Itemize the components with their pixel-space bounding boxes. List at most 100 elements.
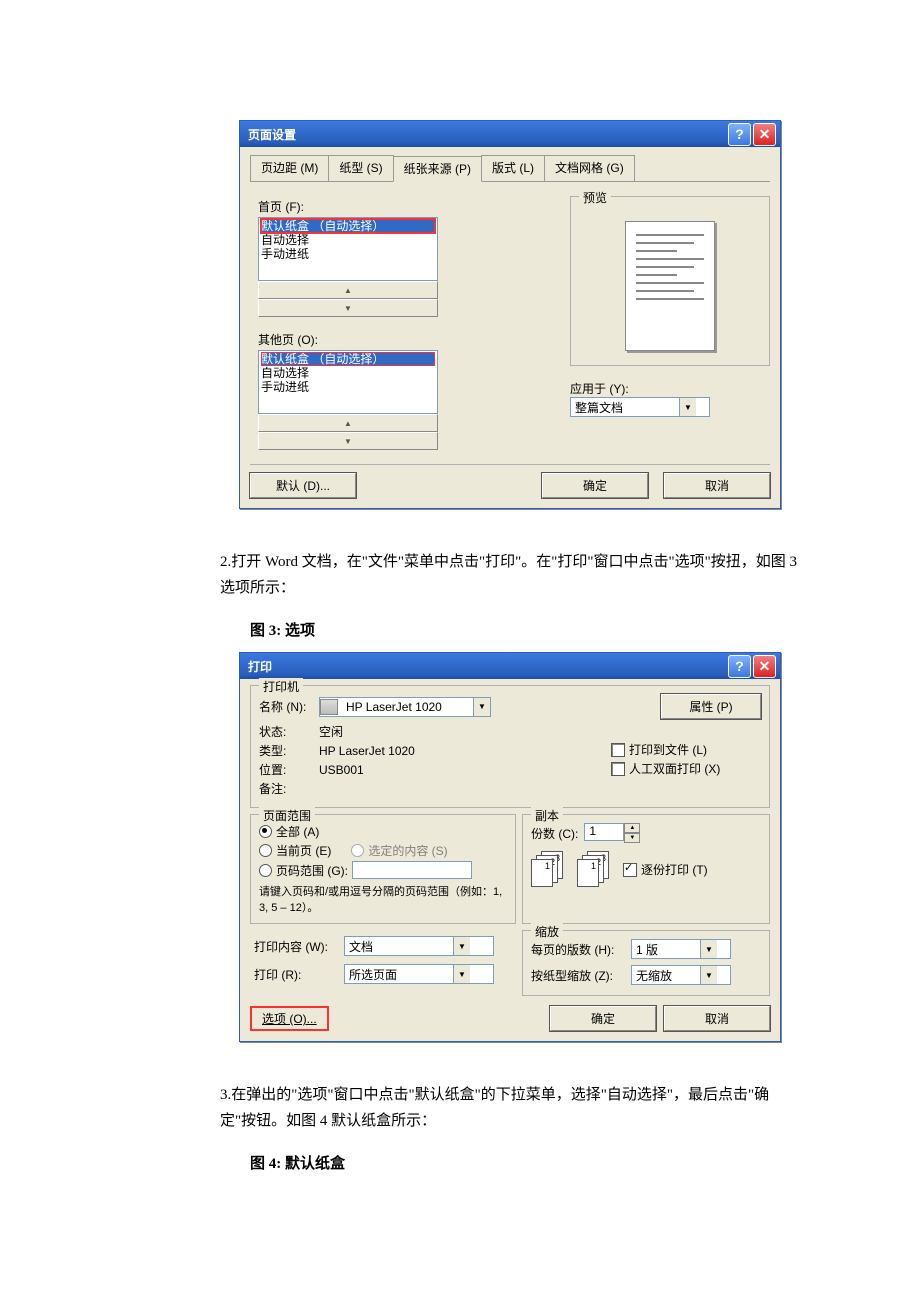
first-page-listbox[interactable]: 默认纸盒 （自动选择） 自动选择 手动进纸 — [258, 217, 438, 281]
list-item[interactable]: 默认纸盒 （自动选择） — [261, 352, 435, 366]
figure-4-caption: 图 4: 默认纸盒 — [250, 1152, 800, 1173]
collate-checkbox[interactable]: ✓ — [623, 863, 637, 877]
name-label: 名称 (N): — [259, 698, 319, 715]
list-item[interactable]: 自动选择 — [261, 233, 435, 247]
tab-margins[interactable]: 页边距 (M) — [250, 155, 329, 181]
scrollbar[interactable]: ▲ ▼ — [258, 414, 438, 450]
chevron-down-icon[interactable]: ▼ — [453, 937, 470, 955]
zoom-group: 缩放 每页的版数 (H): 1 版 ▼ 按纸型缩放 (Z): 无缩放 ▼ — [522, 930, 770, 996]
pages-per-sheet-value: 1 版 — [632, 941, 700, 958]
status-value: 空闲 — [319, 723, 343, 740]
scroll-up-icon[interactable]: ▲ — [258, 414, 438, 432]
cancel-button[interactable]: 取消 — [664, 473, 770, 498]
pages-per-sheet-combo[interactable]: 1 版 ▼ — [631, 939, 731, 959]
first-page-label: 首页 (F): — [258, 198, 540, 215]
figure-3-caption: 图 3: 选项 — [250, 619, 800, 640]
manual-duplex-checkbox[interactable] — [611, 762, 625, 776]
tab-paper-source[interactable]: 纸张来源 (P) — [393, 156, 482, 182]
document-page: 页面设置 ? ✕ 页边距 (M) 纸型 (S) 纸张来源 (P) 版式 (L) … — [0, 0, 920, 1265]
scrollbar[interactable]: ▲ ▼ — [258, 281, 438, 317]
ok-button[interactable]: 确定 — [542, 473, 648, 498]
list-item[interactable]: 手动进纸 — [261, 247, 435, 261]
type-label: 类型: — [259, 742, 319, 759]
copies-spinner[interactable]: 1 ▲▼ — [584, 823, 640, 843]
print-what-label: 打印内容 (W): — [254, 938, 344, 955]
range-current-radio[interactable] — [259, 844, 272, 857]
range-hint: 请键入页码和/或用逗号分隔的页码范围（例如：1, 3, 5 – 12）。 — [259, 883, 507, 915]
manual-duplex-label: 人工双面打印 (X) — [629, 760, 720, 777]
copies-value[interactable]: 1 — [584, 823, 624, 841]
page-range-group: 页面范围 全部 (A) 当前页 (E) 选定的内容 (S) 页码范围 (G): … — [250, 814, 516, 924]
chevron-down-icon[interactable]: ▼ — [679, 398, 696, 416]
scroll-up-icon[interactable]: ▲ — [258, 281, 438, 299]
chevron-down-icon[interactable]: ▼ — [700, 940, 717, 958]
collate-preview-icon: 3 2 1 3 2 1 — [531, 851, 613, 887]
list-item[interactable]: 自动选择 — [261, 366, 435, 380]
spin-up-icon[interactable]: ▲ — [624, 823, 640, 833]
help-button[interactable]: ? — [728, 655, 751, 678]
tab-grid[interactable]: 文档网格 (G) — [544, 155, 635, 181]
apply-to-combo[interactable]: 整篇文档 ▼ — [570, 397, 710, 417]
range-selection-label: 选定的内容 (S) — [368, 842, 447, 859]
tab-layout[interactable]: 版式 (L) — [481, 155, 545, 181]
preview-page-icon — [625, 221, 715, 351]
preview-label: 预览 — [579, 189, 611, 206]
range-current-label: 当前页 (E) — [276, 842, 331, 859]
default-button[interactable]: 默认 (D)... — [250, 473, 356, 498]
scale-to-label: 按纸型缩放 (Z): — [531, 967, 631, 984]
copies-group: 副本 份数 (C): 1 ▲▼ 3 2 — [522, 814, 770, 924]
chevron-down-icon[interactable]: ▼ — [700, 966, 717, 984]
scroll-down-icon[interactable]: ▼ — [258, 299, 438, 317]
help-button[interactable]: ? — [728, 123, 751, 146]
scroll-down-icon[interactable]: ▼ — [258, 432, 438, 450]
chevron-down-icon[interactable]: ▼ — [453, 965, 470, 983]
ok-button[interactable]: 确定 — [550, 1006, 656, 1031]
other-pages-listbox[interactable]: 默认纸盒 （自动选择） 自动选择 手动进纸 — [258, 350, 438, 414]
list-item[interactable]: 手动进纸 — [261, 380, 435, 394]
close-button[interactable]: ✕ — [753, 123, 776, 146]
tab-paper-size[interactable]: 纸型 (S) — [328, 155, 393, 181]
close-button[interactable]: ✕ — [753, 655, 776, 678]
paragraph-2: 2.打开 Word 文档，在"文件"菜单中点击"打印"。在"打印"窗口中点击"选… — [220, 549, 800, 601]
copies-label: 份数 (C): — [531, 825, 578, 842]
collate-label: 逐份打印 (T) — [641, 863, 708, 877]
zoom-legend: 缩放 — [531, 923, 563, 940]
chevron-down-icon[interactable]: ▼ — [473, 698, 490, 716]
apply-to-label: 应用于 (Y): — [570, 380, 770, 397]
titlebar: 页面设置 ? ✕ — [240, 121, 780, 147]
print-dialog: 打印 ? ✕ 打印机 名称 (N): HP LaserJet 1020 ▼ 属性… — [239, 652, 781, 1042]
dialog-title: 打印 — [248, 658, 726, 675]
list-item[interactable]: 默认纸盒 （自动选择） — [261, 219, 435, 233]
apply-to-value: 整篇文档 — [571, 399, 679, 416]
range-pages-radio[interactable] — [259, 864, 272, 877]
range-pages-input[interactable] — [352, 861, 472, 879]
print-to-file-checkbox[interactable] — [611, 743, 625, 757]
comment-label: 备注: — [259, 780, 319, 797]
dialog-title: 页面设置 — [248, 126, 726, 143]
properties-button[interactable]: 属性 (P) — [661, 694, 761, 719]
type-value: HP LaserJet 1020 — [319, 744, 415, 758]
printer-name: HP LaserJet 1020 — [342, 700, 473, 714]
preview-group: 预览 — [570, 196, 770, 366]
print-to-file-label: 打印到文件 (L) — [629, 741, 707, 758]
spin-down-icon[interactable]: ▼ — [624, 833, 640, 843]
printer-group: 打印机 名称 (N): HP LaserJet 1020 ▼ 属性 (P) 状态… — [250, 685, 770, 808]
printer-name-combo[interactable]: HP LaserJet 1020 ▼ — [319, 697, 491, 717]
scale-to-combo[interactable]: 无缩放 ▼ — [631, 965, 731, 985]
print-range-label: 打印 (R): — [254, 966, 344, 983]
printer-icon — [320, 699, 338, 715]
range-selection-radio — [351, 844, 364, 857]
print-range-combo[interactable]: 所选页面 ▼ — [344, 964, 494, 984]
status-label: 状态: — [259, 723, 319, 740]
page-setup-dialog: 页面设置 ? ✕ 页边距 (M) 纸型 (S) 纸张来源 (P) 版式 (L) … — [239, 120, 781, 509]
range-all-label: 全部 (A) — [276, 823, 319, 840]
range-all-radio[interactable] — [259, 825, 272, 838]
printer-legend: 打印机 — [259, 678, 303, 695]
print-what-combo[interactable]: 文档 ▼ — [344, 936, 494, 956]
range-legend: 页面范围 — [259, 807, 315, 824]
cancel-button[interactable]: 取消 — [664, 1006, 770, 1031]
paragraph-3: 3.在弹出的"选项"窗口中点击"默认纸盒"的下拉菜单，选择"自动选择"，最后点击… — [220, 1082, 800, 1134]
print-what-value: 文档 — [345, 938, 453, 955]
options-button[interactable]: 选项 (O)... — [250, 1006, 329, 1031]
other-pages-label: 其他页 (O): — [258, 331, 540, 348]
